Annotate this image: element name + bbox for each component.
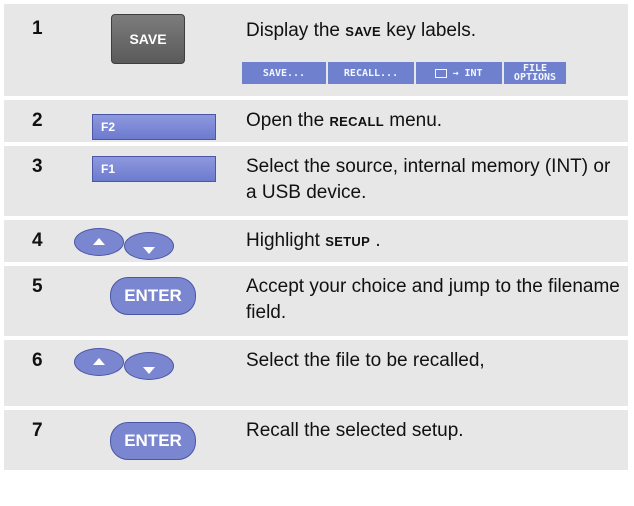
arrow-down-icon <box>143 247 155 254</box>
up-arrow-key[interactable] <box>74 348 124 376</box>
step-description: Accept your choice and jump to the filen… <box>246 276 620 323</box>
step-row-2: 2 F2 Open the RECALL menu. <box>4 100 628 142</box>
step-row-3: 3 F1 Select the source, internal memory … <box>4 146 628 216</box>
softkey-bar: SAVE... RECALL... → INT FILE OPTIONS <box>242 62 566 84</box>
step-number: 4 <box>32 230 43 251</box>
step-description: Select the source, internal memory (INT)… <box>246 156 611 203</box>
arrow-up-icon <box>93 358 105 365</box>
step-text: Display the <box>246 20 346 41</box>
step-keyword: RECALL <box>329 114 384 129</box>
enter-key[interactable]: ENTER <box>110 422 196 460</box>
step-keyword: SAVE <box>345 24 381 39</box>
step-text: Open the <box>246 110 330 131</box>
step-row-7: 7 ENTER Recall the selected setup. <box>4 410 628 470</box>
f1-key[interactable]: F1 <box>92 156 216 182</box>
step-description: Recall the selected setup. <box>246 420 464 441</box>
step-number: 6 <box>32 350 43 371</box>
screen-icon <box>435 68 448 78</box>
step-number: 7 <box>32 420 43 441</box>
step-number: 3 <box>32 156 43 177</box>
step-description: Highlight SETUP . <box>246 228 626 255</box>
step-description: Open the RECALL menu. <box>246 108 626 135</box>
enter-key[interactable]: ENTER <box>110 277 196 315</box>
step-row-6: 6 Select the file to be recalled, <box>4 340 628 406</box>
step-text: Highlight <box>246 230 326 251</box>
step-description: Display the SAVE key labels. <box>246 18 626 45</box>
step-text: key labels. <box>380 20 476 41</box>
softkey-file-options[interactable]: FILE OPTIONS <box>504 62 566 84</box>
arrow-down-icon <box>143 367 155 374</box>
softkey-int-label: → INT <box>452 67 483 79</box>
down-arrow-key[interactable] <box>124 232 174 260</box>
down-arrow-key[interactable] <box>124 352 174 380</box>
step-row-5: 5 ENTER Accept your choice and jump to t… <box>4 266 628 336</box>
step-row-4: 4 Highlight SETUP . <box>4 220 628 262</box>
f2-key[interactable]: F2 <box>92 114 216 140</box>
softkey-screen-to-int[interactable]: → INT <box>416 62 502 84</box>
up-arrow-key[interactable] <box>74 228 124 256</box>
step-number: 1 <box>32 18 43 39</box>
step-text: menu. <box>383 110 443 131</box>
step-description: Select the file to be recalled, <box>246 350 485 371</box>
softkey-recall[interactable]: RECALL... <box>328 62 414 84</box>
save-key[interactable]: SAVE <box>111 14 185 64</box>
arrow-up-icon <box>93 238 105 245</box>
step-number: 5 <box>32 276 43 297</box>
softkey-options-label: OPTIONS <box>513 72 557 83</box>
softkey-save[interactable]: SAVE... <box>242 62 326 84</box>
step-keyword: SETUP <box>325 234 371 249</box>
step-number: 2 <box>32 110 43 131</box>
step-text: . <box>370 230 381 251</box>
